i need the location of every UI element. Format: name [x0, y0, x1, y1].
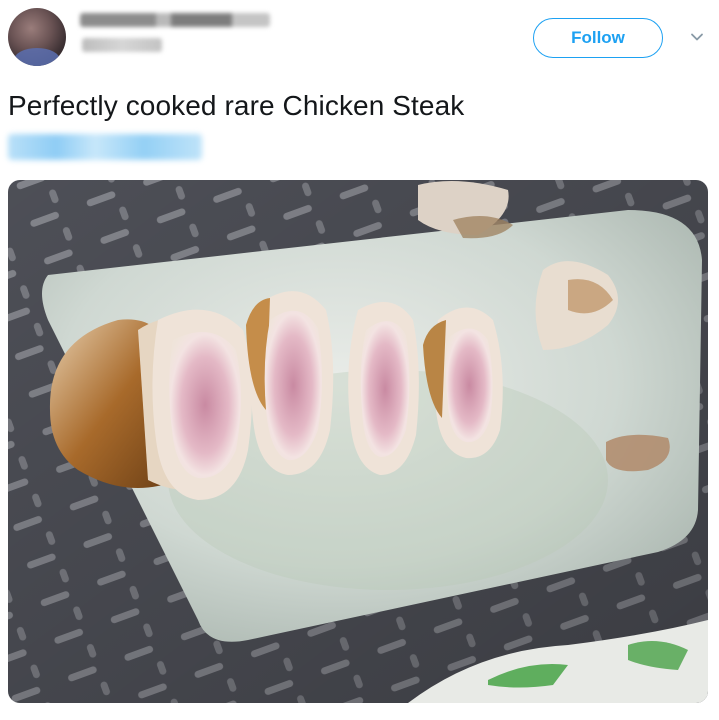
display-name-redacted[interactable] [80, 13, 270, 27]
steak-photo-illustration [8, 180, 708, 703]
follow-button[interactable]: Follow [533, 18, 663, 58]
tweet-photo[interactable] [8, 180, 708, 703]
hashtag-redacted[interactable] [8, 134, 202, 160]
username-redacted[interactable] [82, 38, 162, 52]
tweet-text: Perfectly cooked rare Chicken Steak [8, 90, 465, 121]
chevron-down-icon[interactable] [690, 30, 704, 44]
tweet-header: Follow [0, 0, 719, 80]
avatar[interactable] [8, 8, 66, 66]
